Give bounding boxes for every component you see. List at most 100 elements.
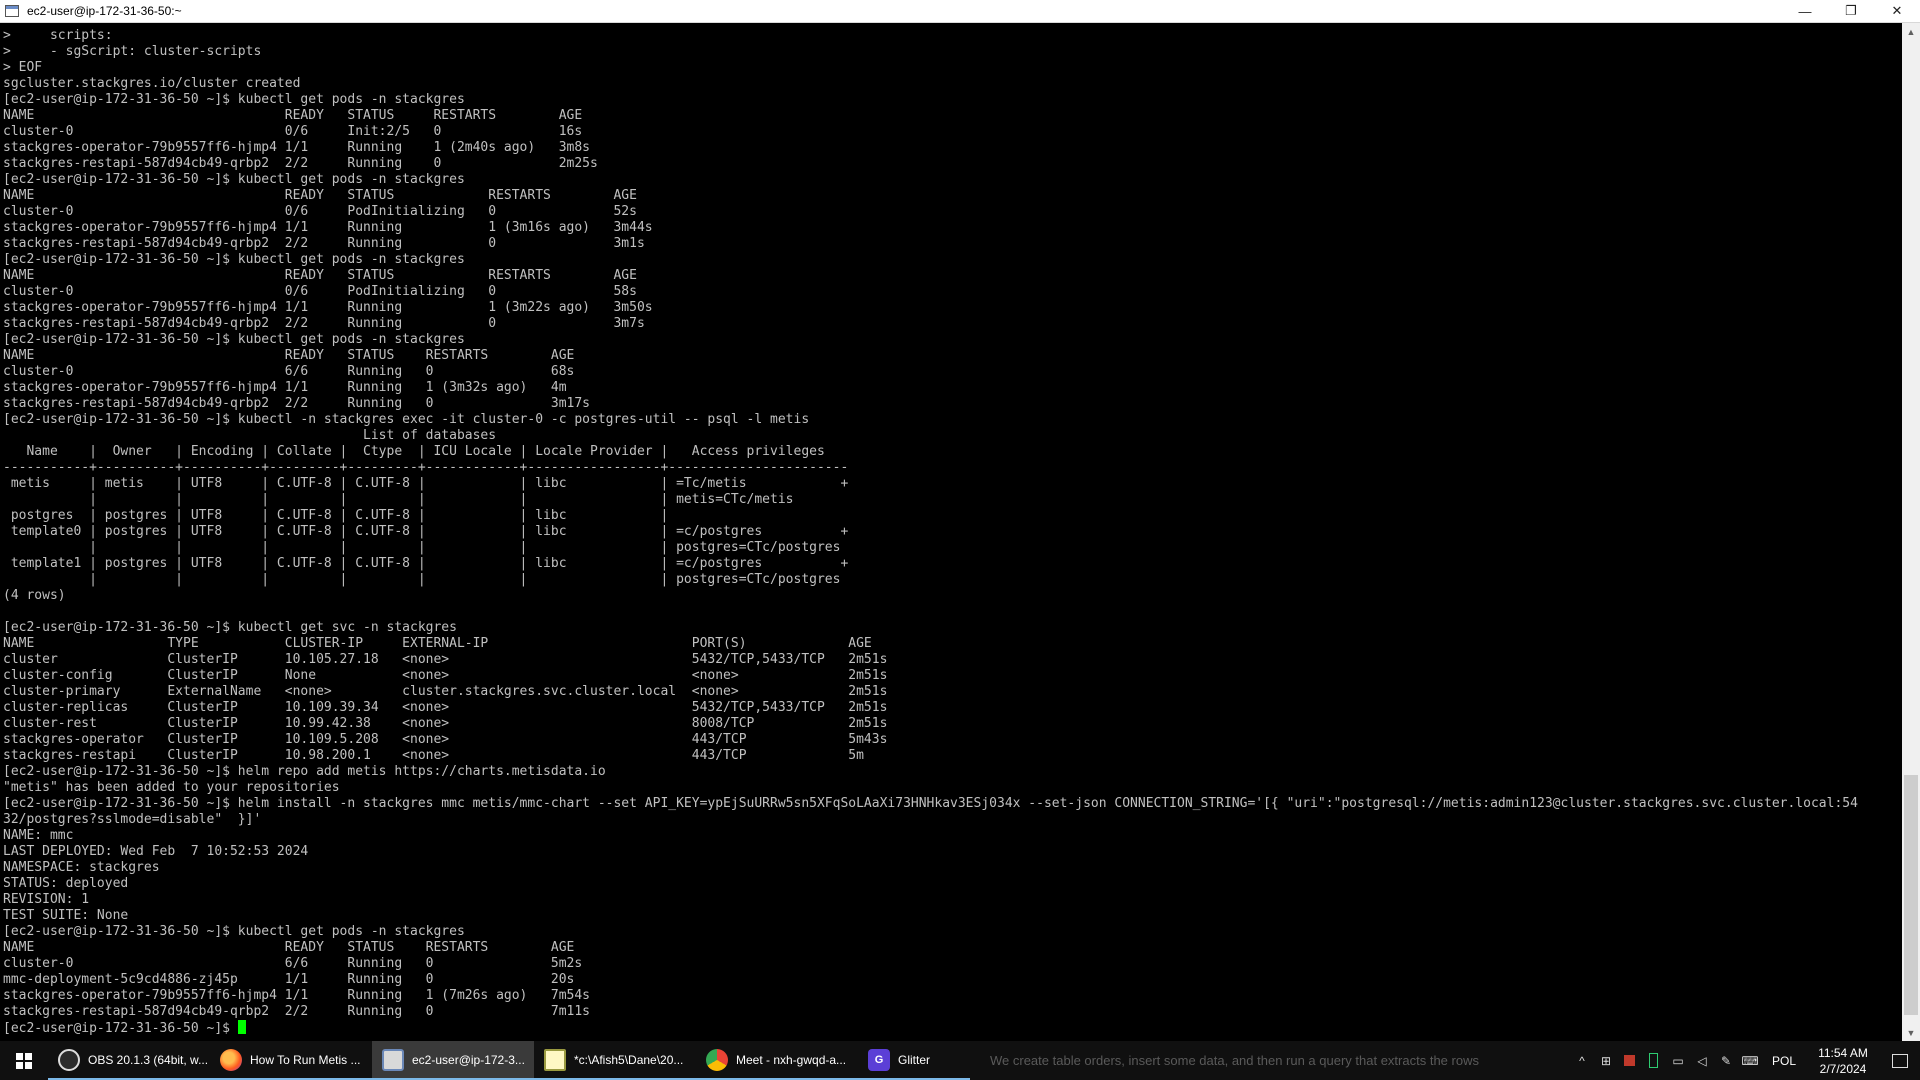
terminal-line: [ec2-user@ip-172-31-36-50 ~]$ kubectl ge… xyxy=(3,92,465,107)
window-controls: — ❐ ✕ xyxy=(1782,0,1920,22)
keyboard-icon[interactable]: ⌨ xyxy=(1738,1041,1762,1080)
volume-muted-icon[interactable]: ◁ xyxy=(1690,1041,1714,1080)
terminal-line: NAME READY STATUS RESTARTS AGE xyxy=(3,348,575,363)
putty-icon xyxy=(382,1048,404,1071)
terminal-scrollbar[interactable]: ▲ ▼ xyxy=(1902,23,1920,1041)
terminal-line: [ec2-user@ip-172-31-36-50 ~]$ helm insta… xyxy=(3,796,1858,811)
terminal-line: NAME READY STATUS RESTARTS AGE xyxy=(3,108,583,123)
terminal-line: Name | Owner | Encoding | Collate | Ctyp… xyxy=(26,444,825,459)
taskbar-item-firefox[interactable]: How To Run Metis ... xyxy=(210,1041,372,1080)
terminal-line: stackgres-restapi-587d94cb49-qrbp2 2/2 R… xyxy=(3,156,598,171)
maximize-button[interactable]: ❐ xyxy=(1828,0,1874,22)
terminal-line: template0 | postgres | UTF8 | C.UTF-8 | … xyxy=(10,524,849,539)
terminal-line: stackgres-operator-79b9557ff6-hjmp4 1/1 … xyxy=(3,140,590,155)
notification-icon xyxy=(1892,1053,1908,1068)
glitter-icon: G xyxy=(868,1048,890,1071)
taskbar-item-glitter[interactable]: G Glitter xyxy=(858,1041,970,1080)
obs-icon xyxy=(58,1048,80,1071)
taskbar-item-label: ec2-user@ip-172-3... xyxy=(412,1052,525,1067)
putty-app-icon[interactable] xyxy=(5,5,19,17)
clock-time: 11:54 AM xyxy=(1818,1045,1868,1060)
taskbar-item-notepad[interactable]: *c:\Afish5\Dane\20... xyxy=(534,1041,696,1080)
terminal-output: > scripts: > - sgScript: cluster-scripts… xyxy=(0,23,1902,1037)
window-title: ec2-user@ip-172-31-36-50:~ xyxy=(27,4,182,18)
scrollbar-thumb[interactable] xyxy=(1904,775,1918,1015)
terminal-line: [ec2-user@ip-172-31-36-50 ~]$ kubectl ge… xyxy=(3,252,465,267)
minimize-button[interactable]: — xyxy=(1782,0,1828,22)
notepad-icon xyxy=(544,1048,566,1071)
terminal-line: stackgres-restapi-587d94cb49-qrbp2 2/2 R… xyxy=(3,396,590,411)
terminal-line: cluster-primary ExternalName <none> clus… xyxy=(3,684,888,699)
close-button[interactable]: ✕ xyxy=(1874,0,1920,22)
terminal-line: sgcluster.stackgres.io/cluster created xyxy=(3,76,301,91)
taskbar-item-label: How To Run Metis ... xyxy=(250,1052,361,1067)
terminal-line: > scripts: xyxy=(3,28,113,43)
terminal-line: List of databases xyxy=(363,428,497,443)
windows-logo-icon xyxy=(16,1052,32,1069)
network-icon[interactable]: ▭ xyxy=(1666,1041,1690,1080)
terminal-line: TEST SUITE: None xyxy=(3,908,129,923)
terminal-line: (4 rows) xyxy=(3,588,66,603)
taskbar-item-label: Glitter xyxy=(898,1052,931,1067)
taskbar-item-chrome[interactable]: Meet - nxh-gwqd-a... xyxy=(696,1041,858,1080)
taskbar-item-label: Meet - nxh-gwqd-a... xyxy=(736,1052,847,1067)
chrome-icon xyxy=(706,1048,728,1071)
terminal-line: [ec2-user@ip-172-31-36-50 ~]$ kubectl -n… xyxy=(3,412,810,427)
firefox-icon xyxy=(220,1048,242,1071)
input-language[interactable]: POL xyxy=(1772,1054,1796,1068)
terminal-line: template1 | postgres | UTF8 | C.UTF-8 | … xyxy=(10,556,849,571)
taskbar-item-label: OBS 20.1.3 (64bit, w... xyxy=(88,1052,209,1067)
scroll-down-arrow-icon[interactable]: ▼ xyxy=(1902,1024,1920,1041)
terminal-line: cluster-0 6/6 Running 0 68s xyxy=(3,364,575,379)
system-clock[interactable]: 11:54 AM 2/7/2024 xyxy=(1806,1045,1880,1077)
terminal-line: stackgres-restapi-587d94cb49-qrbp2 2/2 R… xyxy=(3,1004,590,1019)
terminal-line: NAME READY STATUS RESTARTS AGE xyxy=(3,268,637,283)
tray-app-red-icon[interactable] xyxy=(1618,1041,1642,1080)
taskbar-item-label: *c:\Afish5\Dane\20... xyxy=(574,1052,684,1067)
terminal-line: | | | | | | | postgres=CTc/postgres xyxy=(89,572,841,587)
terminal-line: 32/postgres?sslmode=disable" }]' xyxy=(3,812,262,827)
terminal-line: NAME READY STATUS RESTARTS AGE xyxy=(3,940,575,955)
notification-center-button[interactable] xyxy=(1880,1041,1920,1080)
show-hidden-icons-chevron-icon[interactable]: ^ xyxy=(1570,1041,1594,1080)
start-button[interactable] xyxy=(0,1041,48,1080)
terminal-window[interactable]: > scripts: > - sgScript: cluster-scripts… xyxy=(0,23,1902,1041)
terminal-line: [ec2-user@ip-172-31-36-50 ~]$ kubectl ge… xyxy=(3,332,465,347)
system-tray: ^ ⊞ ▭ ◁ ✎ ⌨ POL 11:54 AM 2/7/2024 xyxy=(1570,1041,1920,1080)
terminal-line: cluster-0 0/6 PodInitializing 0 58s xyxy=(3,284,637,299)
taskbar-item-putty[interactable]: ec2-user@ip-172-3... xyxy=(372,1041,534,1080)
terminal-line: stackgres-restapi ClusterIP 10.98.200.1 … xyxy=(3,748,864,763)
terminal-line: | | | | | | | postgres=CTc/postgres xyxy=(89,540,841,555)
terminal-line: cluster-0 0/6 Init:2/5 0 16s xyxy=(3,124,583,139)
terminal-line: cluster-0 6/6 Running 0 5m2s xyxy=(3,956,583,971)
network-app-tray-icon[interactable]: ⊞ xyxy=(1594,1041,1618,1080)
windows-taskbar: OBS 20.1.3 (64bit, w... How To Run Metis… xyxy=(0,1041,1920,1080)
terminal-line: mmc-deployment-5c9cd4886-zj45p 1/1 Runni… xyxy=(3,972,575,987)
window-title-bar: ec2-user@ip-172-31-36-50:~ — ❐ ✕ xyxy=(0,0,1920,23)
terminal-line: [ec2-user@ip-172-31-36-50 ~]$ kubectl ge… xyxy=(3,924,465,939)
taskbar-item-obs[interactable]: OBS 20.1.3 (64bit, w... xyxy=(48,1041,210,1080)
terminal-line: STATUS: deployed xyxy=(3,876,129,891)
terminal-line: > EOF xyxy=(3,60,43,75)
terminal-line: [ec2-user@ip-172-31-36-50 ~]$ kubectl ge… xyxy=(3,620,457,635)
terminal-line: | | | | | | | metis=CTc/metis xyxy=(89,492,794,507)
battery-icon[interactable] xyxy=(1642,1041,1666,1080)
terminal-line: "metis" has been added to your repositor… xyxy=(3,780,340,795)
terminal-line: cluster-rest ClusterIP 10.99.42.38 <none… xyxy=(3,716,888,731)
scroll-up-arrow-icon[interactable]: ▲ xyxy=(1902,23,1920,40)
terminal-line: metis | metis | UTF8 | C.UTF-8 | C.UTF-8… xyxy=(10,476,849,491)
terminal-cursor xyxy=(237,1020,246,1034)
terminal-line: cluster-config ClusterIP None <none> <no… xyxy=(3,668,888,683)
terminal-line: postgres | postgres | UTF8 | C.UTF-8 | C… xyxy=(10,508,669,523)
terminal-prompt: [ec2-user@ip-172-31-36-50 ~]$ xyxy=(3,1021,238,1036)
terminal-line: stackgres-operator-79b9557ff6-hjmp4 1/1 … xyxy=(3,988,590,1003)
terminal-line: stackgres-operator-79b9557ff6-hjmp4 1/1 … xyxy=(3,300,653,315)
pen-icon[interactable]: ✎ xyxy=(1714,1041,1738,1080)
terminal-line: > - sgScript: cluster-scripts xyxy=(3,44,262,59)
terminal-line: [ec2-user@ip-172-31-36-50 ~]$ helm repo … xyxy=(3,764,606,779)
terminal-line: cluster-replicas ClusterIP 10.109.39.34 … xyxy=(3,700,888,715)
clock-date: 2/7/2024 xyxy=(1819,1061,1867,1076)
terminal-line: NAMESPACE: stackgres xyxy=(3,860,160,875)
terminal-line: [ec2-user@ip-172-31-36-50 ~]$ kubectl ge… xyxy=(3,172,465,187)
terminal-line: cluster-0 0/6 PodInitializing 0 52s xyxy=(3,204,637,219)
